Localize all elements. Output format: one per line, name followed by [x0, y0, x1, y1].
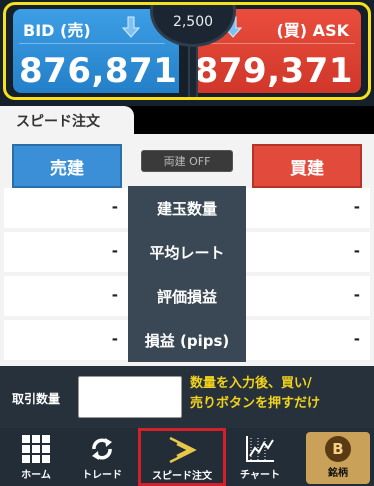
chevron-speed-icon [169, 436, 197, 464]
quantity-hint: 数量を入力後、買い/ 売りボタンを押すだけ [190, 374, 368, 414]
refresh-arrows-icon [92, 438, 112, 460]
row-label: 建玉数量 [128, 186, 246, 230]
bid-label: BID (売) [23, 21, 91, 40]
speed-order-tab: スピード注文 [0, 106, 134, 134]
nav-home-label: ホーム [21, 470, 51, 481]
sell-button[interactable]: 売建 [12, 144, 122, 188]
quantity-input[interactable] [78, 376, 182, 418]
table-row: - 損益 (pips) - [0, 318, 374, 362]
quantity-hint-line2: 売りボタンを押すだけ [190, 396, 321, 411]
sell-value-cell: - [4, 276, 128, 316]
ask-price: 879,371 [194, 51, 353, 91]
ask-label: (買) ASK [276, 21, 349, 40]
sell-value-cell: - [4, 232, 128, 272]
hedge-toggle[interactable]: 両建 OFF [141, 150, 233, 172]
bid-divider [19, 43, 165, 44]
nav-home[interactable]: ホーム [6, 430, 66, 484]
nav-speed-order-label: スピード注文 [152, 471, 212, 482]
nav-speed-order[interactable]: スピード注文 [138, 428, 226, 486]
buy-value-cell: - [246, 276, 370, 316]
nav-trade-label: トレード [82, 470, 122, 481]
buy-value-cell: - [246, 320, 370, 360]
buy-value-cell: - [246, 232, 370, 272]
row-label: 評価損益 [128, 274, 246, 318]
row-label: 損益 (pips) [128, 318, 246, 362]
buy-button[interactable]: 買建 [252, 144, 362, 188]
grid-icon [22, 435, 50, 463]
bid-price: 876,871 [19, 51, 178, 91]
spread-value: 2,500 [172, 14, 214, 30]
bitcoin-icon: B [325, 436, 351, 462]
down-arrow-icon [121, 16, 141, 38]
sell-value-cell: - [4, 320, 128, 360]
nav-symbol[interactable]: B 銘柄 [306, 432, 370, 484]
quantity-label: 取引数量 [12, 392, 61, 406]
quantity-hint-line1: 数量を入力後、買い/ [190, 376, 312, 391]
table-row: - 建玉数量 - [0, 186, 374, 230]
table-row: - 平均レート - [0, 230, 374, 274]
buy-value-cell: - [246, 188, 370, 228]
nav-chart[interactable]: チャート [230, 430, 290, 484]
sell-value-cell: - [4, 188, 128, 228]
ask-divider [209, 43, 355, 44]
row-label: 平均レート [128, 230, 246, 274]
nav-symbol-label: 銘柄 [328, 468, 348, 479]
nav-trade[interactable]: トレード [72, 430, 132, 484]
table-row: - 評価損益 - [0, 274, 374, 318]
nav-chart-label: チャート [240, 470, 280, 481]
chart-icon [246, 436, 274, 462]
quote-highlight-frame: BID (売) 876,871 (買) ASK 879,371 2,500 [3, 2, 371, 100]
